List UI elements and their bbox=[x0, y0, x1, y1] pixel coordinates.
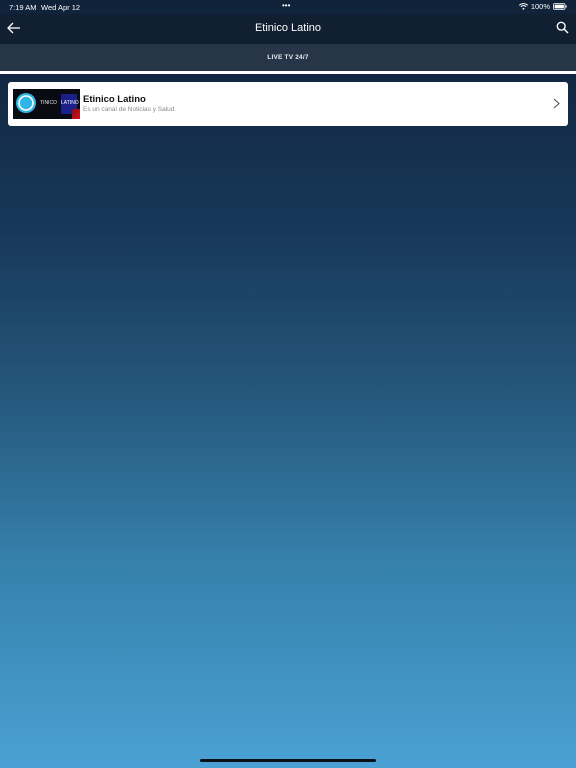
home-indicator[interactable] bbox=[200, 759, 376, 762]
navigation-bar: Etinico Latino bbox=[0, 14, 576, 44]
channel-description: Es un canal de Noticias y Salud. bbox=[83, 106, 177, 113]
page-title: Etinico Latino bbox=[254, 22, 322, 34]
thumbnail-text-right: LATINO bbox=[61, 100, 79, 106]
status-date: Wed Apr 12 bbox=[41, 3, 81, 12]
channel-thumbnail: TINICO LATINO bbox=[13, 89, 80, 119]
multitasking-dots[interactable]: ••• bbox=[282, 1, 290, 10]
app-screen: 7:19 AM Wed Apr 12 ••• 100% Etinico Lati… bbox=[0, 0, 576, 768]
thumbnail-accent bbox=[72, 109, 80, 119]
channel-list-item[interactable]: TINICO LATINO Etinico Latino Es un canal… bbox=[8, 82, 568, 126]
tab-bar: LIVE TV 24/7 bbox=[0, 44, 576, 74]
channel-logo-icon bbox=[16, 93, 36, 113]
battery-percent: 100% bbox=[530, 2, 550, 11]
chevron-right-icon bbox=[553, 98, 560, 109]
status-bar: 7:19 AM Wed Apr 12 ••• 100% bbox=[0, 0, 576, 14]
search-icon[interactable] bbox=[556, 21, 569, 34]
channel-title: Etinico Latino bbox=[83, 94, 146, 105]
tab-live-tv[interactable]: LIVE TV 24/7 bbox=[0, 54, 576, 61]
status-time: 7:19 AM bbox=[9, 3, 37, 12]
wifi-icon bbox=[518, 3, 528, 10]
battery-icon bbox=[553, 3, 567, 10]
status-indicators: 100% bbox=[518, 2, 567, 11]
tab-selected-indicator bbox=[0, 71, 576, 74]
thumbnail-text-left: TINICO bbox=[40, 100, 57, 106]
